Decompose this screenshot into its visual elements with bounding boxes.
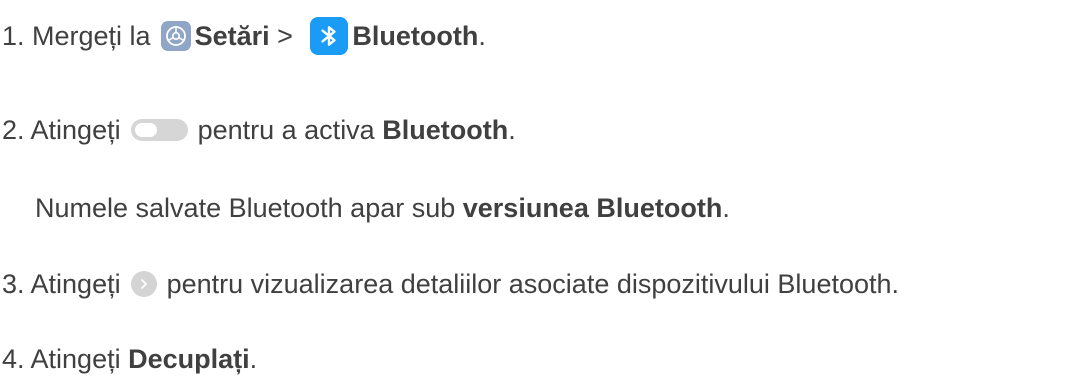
settings-label: Setări [194, 21, 270, 51]
note-bold: versiunea Bluetooth [462, 193, 723, 223]
step-2-note: Numele salvate Bluetooth apar sub versiu… [35, 188, 730, 228]
toggle-switch-icon [130, 119, 188, 141]
step-3-prefix: 3. Atingeți [2, 269, 121, 299]
breadcrumb-separator: > [269, 21, 301, 51]
toggle-knob [134, 123, 157, 137]
bluetooth-label: Bluetooth [352, 21, 479, 51]
step-2-middle: pentru a activa [197, 115, 383, 145]
step-2: 2. Atingeți pentru a activa Bluetooth . [2, 110, 516, 150]
chevron-right-icon [130, 271, 157, 297]
gear-icon [160, 21, 191, 51]
note-prefix: Numele salvate Bluetooth apar sub [35, 193, 463, 223]
note-suffix: . [722, 193, 730, 223]
step-1: 1. Mergeți la Setări > Bluetooth . [2, 16, 486, 56]
step-3-suffix: pentru vizualizarea detaliilor asociate … [166, 269, 900, 299]
step-2-suffix: . [508, 115, 516, 145]
step-2-prefix: 2. Atingeți [2, 115, 121, 145]
bluetooth-icon [310, 17, 349, 55]
step-4-prefix: 4. Atingeți [2, 344, 129, 374]
step-4: 4. Atingeți Decuplați . [2, 339, 257, 379]
step-4-bold: Decuplați [128, 344, 250, 374]
step-3: 3. Atingeți pentru vizualizarea detaliil… [2, 264, 899, 304]
step-1-prefix: 1. Mergeți la [2, 21, 151, 51]
step-4-suffix: . [249, 344, 258, 374]
step-2-bold: Bluetooth [382, 115, 509, 145]
instruction-document: 1. Mergeți la Setări > Bluetooth . 2. At… [0, 0, 1076, 382]
step-1-suffix: . [478, 21, 486, 51]
